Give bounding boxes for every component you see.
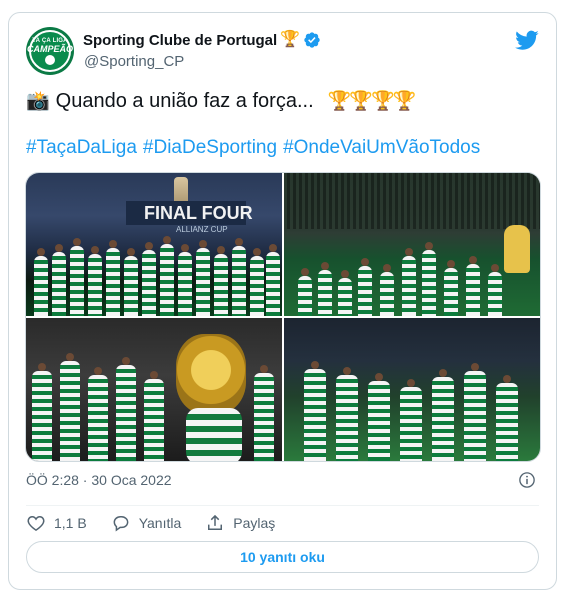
tweet-timestamp[interactable]: ÖÖ 2:28 · 30 Oca 2022 — [26, 472, 172, 488]
hashtag-link[interactable]: #DiaDeSporting — [143, 137, 277, 159]
tweet-card[interactable]: TA ÇA LIGA CAMPEÃO Sporting Clube de Por… — [8, 12, 557, 590]
tweet-text: 📸 Quando a união faz a força... 🏆🏆🏆🏆 — [26, 89, 417, 113]
action-bar: 1,1 B Yanıtla Paylaş — [26, 513, 275, 533]
hashtag-link[interactable]: #OndeVaiUmVãoTodos — [283, 137, 480, 159]
author-display-name[interactable]: Sporting Clube de Portugal — [83, 32, 277, 49]
team-players — [284, 361, 540, 461]
author-handle[interactable]: @Sporting_CP — [84, 53, 184, 70]
hashtag-list: #TaçaDaLiga #DiaDeSporting #OndeVaiUmVão… — [26, 137, 480, 159]
share-label: Paylaş — [233, 515, 276, 531]
share-upload-icon — [208, 514, 223, 530]
trophy-emojis: 🏆🏆🏆🏆 — [327, 91, 417, 112]
divider — [26, 505, 539, 506]
stadium-crowd — [284, 173, 540, 229]
twitter-bird-icon[interactable] — [515, 28, 539, 52]
verified-badge-icon — [304, 32, 320, 48]
photo-mascot-celebration[interactable] — [26, 318, 282, 461]
read-replies-button[interactable]: 10 yanıtı oku — [26, 541, 539, 573]
share-button[interactable]: Paylaş — [205, 513, 275, 533]
avatar-text-main: CAMPEÃO — [27, 43, 74, 54]
reply-label: Yanıtla — [138, 515, 182, 531]
photo-team-on-pitch[interactable] — [284, 173, 540, 316]
like-count: 1,1 B — [54, 515, 87, 531]
camera-emoji: 📸 — [26, 91, 50, 112]
team-players — [284, 238, 540, 316]
tweet-body: Quando a união faz a força... — [55, 89, 314, 112]
photo-trophy-celebration-stage[interactable]: FINAL FOUR ALLIANZ CUP — [26, 173, 282, 316]
info-icon[interactable] — [518, 471, 536, 489]
like-button[interactable]: 1,1 B — [26, 513, 87, 533]
team-players — [26, 236, 282, 316]
avatar-badge: TA ÇA LIGA CAMPEÃO — [27, 30, 74, 72]
author-name-row[interactable]: Sporting Clube de Portugal 🏆 — [83, 31, 321, 49]
hashtag-link[interactable]: #TaçaDaLiga — [26, 137, 137, 159]
team-players — [26, 353, 282, 461]
heart-icon — [27, 515, 45, 531]
reply-bubble-icon — [113, 516, 129, 532]
name-trophy-emoji: 🏆 — [280, 31, 301, 48]
photo-players-applauding[interactable] — [284, 318, 540, 461]
banner-subtitle: ALLIANZ CUP — [176, 225, 228, 234]
author-avatar[interactable]: TA ÇA LIGA CAMPEÃO — [26, 27, 74, 75]
banner-final-four: FINAL FOUR — [144, 203, 253, 223]
avatar-emblem-icon — [45, 54, 55, 65]
reply-button[interactable]: Yanıtla — [111, 513, 182, 533]
media-grid: FINAL FOUR ALLIANZ CUP — [25, 172, 541, 462]
